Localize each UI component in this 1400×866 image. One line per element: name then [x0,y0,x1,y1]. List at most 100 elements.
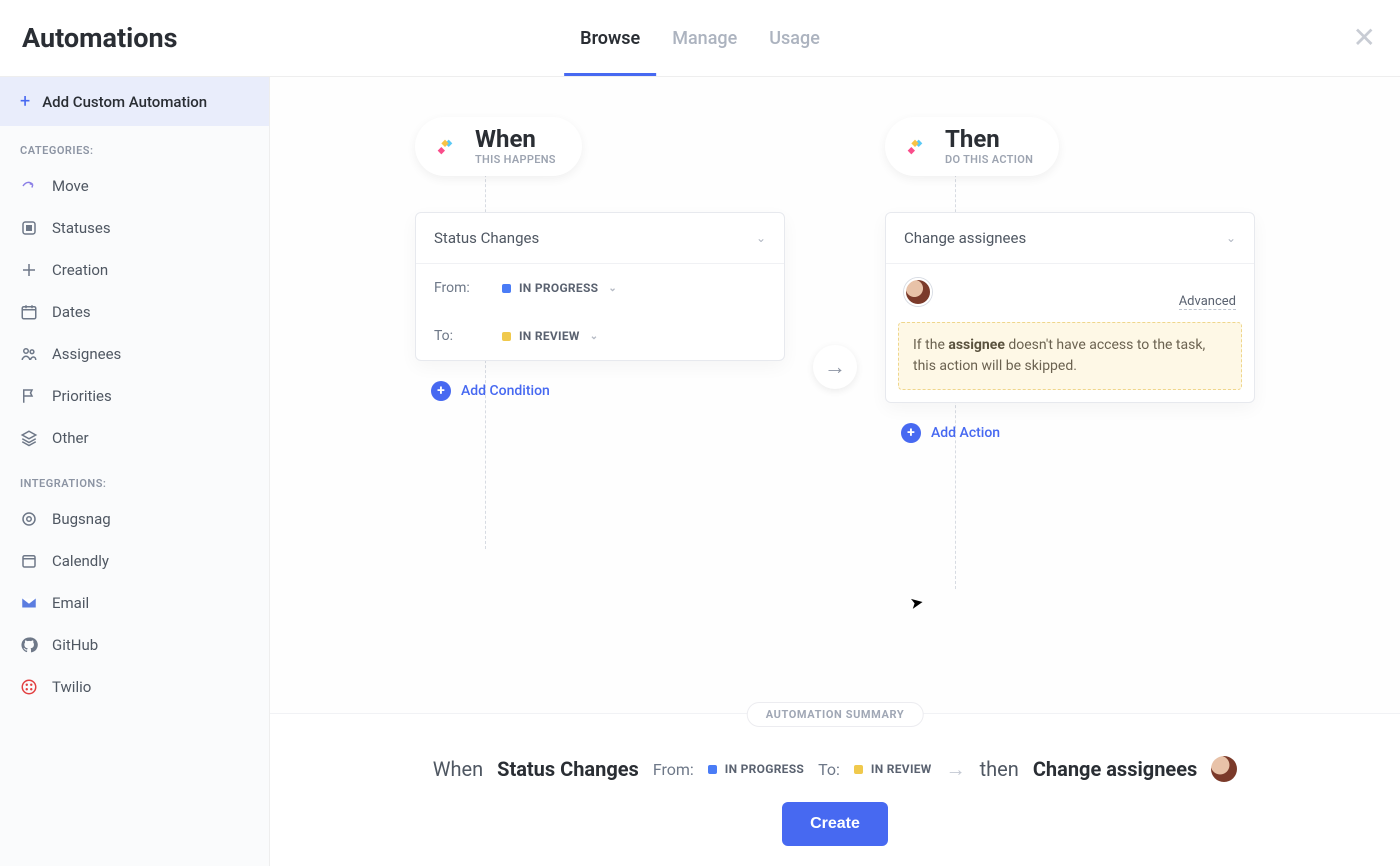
arrow-share-icon [20,177,38,195]
arrow-right-icon: → [946,757,966,782]
summary-then-word: then [980,757,1019,781]
summary-from-label: From: [653,760,694,779]
sidebar-item-dates[interactable]: Dates [0,291,269,333]
plus-circle-icon: + [901,423,921,443]
add-condition-label: Add Condition [461,383,550,399]
trigger-label: Status Changes [434,229,539,247]
plus-outline-icon [20,261,38,279]
from-status-selector[interactable]: IN PROGRESS ⌄ [502,281,617,295]
action-label: Change assignees [904,229,1026,247]
summary-from-status: IN PROGRESS [708,762,804,776]
sidebar-item-priorities[interactable]: Priorities [0,375,269,417]
sidebar-item-label: Creation [52,261,108,279]
then-card: Change assignees ⌄ Advanced If the assig… [885,212,1255,403]
sidebar-item-label: Statuses [52,219,111,237]
chevron-down-icon: ⌄ [756,231,766,245]
layers-icon [20,429,38,447]
when-card: Status Changes ⌄ From: IN PROGRESS ⌄ To: [415,212,785,361]
bugsnag-icon [20,510,38,528]
action-dropdown[interactable]: Change assignees ⌄ [886,213,1254,264]
assignee-avatar[interactable] [904,278,932,306]
then-header: Then DO THIS ACTION [885,117,1059,176]
sidebar-item-label: Twilio [52,678,91,696]
add-action-button[interactable]: + Add Action [901,423,1000,443]
chevron-down-icon: ⌄ [608,283,617,294]
to-row: To: IN REVIEW ⌄ [416,312,784,360]
sidebar-item-statuses[interactable]: Statuses [0,207,269,249]
header: Automations Browse Manage Usage ✕ [0,0,1400,77]
twilio-icon [20,678,38,696]
tab-manage[interactable]: Manage [656,0,753,76]
status-color-icon [854,765,863,774]
sidebar-item-move[interactable]: Move [0,165,269,207]
sidebar-item-label: Priorities [52,387,112,405]
status-color-icon [502,332,511,341]
add-custom-automation-button[interactable]: + Add Custom Automation [0,77,269,126]
sidebar-item-label: GitHub [52,636,98,654]
github-icon [20,636,38,654]
chevron-down-icon: ⌄ [590,331,599,342]
sidebar-item-calendly[interactable]: Calendly [0,540,269,582]
integrations-heading: INTEGRATIONS: [0,459,269,498]
page-title: Automations [0,22,178,54]
tab-usage[interactable]: Usage [753,0,836,76]
status-color-icon [502,284,511,293]
sidebar-item-assignees[interactable]: Assignees [0,333,269,375]
sidebar-item-label: Move [52,177,89,195]
sidebar-item-label: Other [52,429,89,447]
then-title: Then [945,127,1033,151]
close-icon[interactable]: ✕ [1353,24,1376,52]
sidebar-item-bugsnag[interactable]: Bugsnag [0,498,269,540]
calendly-icon [20,552,38,570]
sidebar-item-other[interactable]: Other [0,417,269,459]
tabs: Browse Manage Usage [564,0,836,76]
arrow-right-icon: → [813,345,857,389]
to-status-selector[interactable]: IN REVIEW ⌄ [502,329,598,343]
when-column: When THIS HAPPENS Status Changes ⌄ From:… [415,117,785,443]
from-row: From: IN PROGRESS ⌄ [416,264,784,312]
cursor-icon: ➤ [908,592,925,613]
from-status-value: IN PROGRESS [519,281,598,295]
summary-badge: AUTOMATION SUMMARY [747,702,924,727]
warning-message: If the assignee doesn't have access to t… [898,322,1242,390]
flag-icon [20,387,38,405]
main-content: When THIS HAPPENS Status Changes ⌄ From:… [270,77,1400,866]
summary-rail: AUTOMATION SUMMARY When Status Changes F… [270,713,1400,866]
add-action-label: Add Action [931,425,1000,441]
summary-to-label: To: [818,760,840,779]
sidebar-item-label: Calendly [52,552,109,570]
people-icon [20,345,38,363]
sidebar-item-label: Assignees [52,345,121,363]
then-column: Then DO THIS ACTION Change assignees ⌄ A… [885,117,1255,443]
trigger-dropdown[interactable]: Status Changes ⌄ [416,213,784,264]
when-header: When THIS HAPPENS [415,117,582,176]
add-condition-button[interactable]: + Add Condition [431,381,550,401]
sidebar: + Add Custom Automation CATEGORIES: Move… [0,77,270,866]
status-color-icon [708,765,717,774]
clickup-logo-icon [899,131,931,163]
categories-heading: CATEGORIES: [0,126,269,165]
summary-trigger: Status Changes [497,757,639,781]
sidebar-item-github[interactable]: GitHub [0,624,269,666]
add-custom-label: Add Custom Automation [42,93,207,111]
sidebar-item-twilio[interactable]: Twilio [0,666,269,708]
tab-browse[interactable]: Browse [564,0,656,76]
create-button[interactable]: Create [782,802,888,846]
from-label: From: [434,280,474,296]
clickup-logo-icon [429,131,461,163]
sidebar-item-label: Bugsnag [52,510,111,528]
calendar-icon [20,303,38,321]
sidebar-item-email[interactable]: Email [0,582,269,624]
chevron-down-icon: ⌄ [1226,231,1236,245]
flow-area: When THIS HAPPENS Status Changes ⌄ From:… [270,77,1400,443]
summary-action: Change assignees [1033,757,1197,781]
then-subtitle: DO THIS ACTION [945,153,1033,166]
advanced-link[interactable]: Advanced [1179,294,1236,310]
to-status-value: IN REVIEW [519,329,580,343]
summary-assignee-avatar [1211,756,1237,782]
square-icon [20,219,38,237]
sidebar-item-creation[interactable]: Creation [0,249,269,291]
plus-circle-icon: + [431,381,451,401]
sidebar-item-label: Dates [52,303,91,321]
summary-to-status: IN REVIEW [854,762,932,776]
